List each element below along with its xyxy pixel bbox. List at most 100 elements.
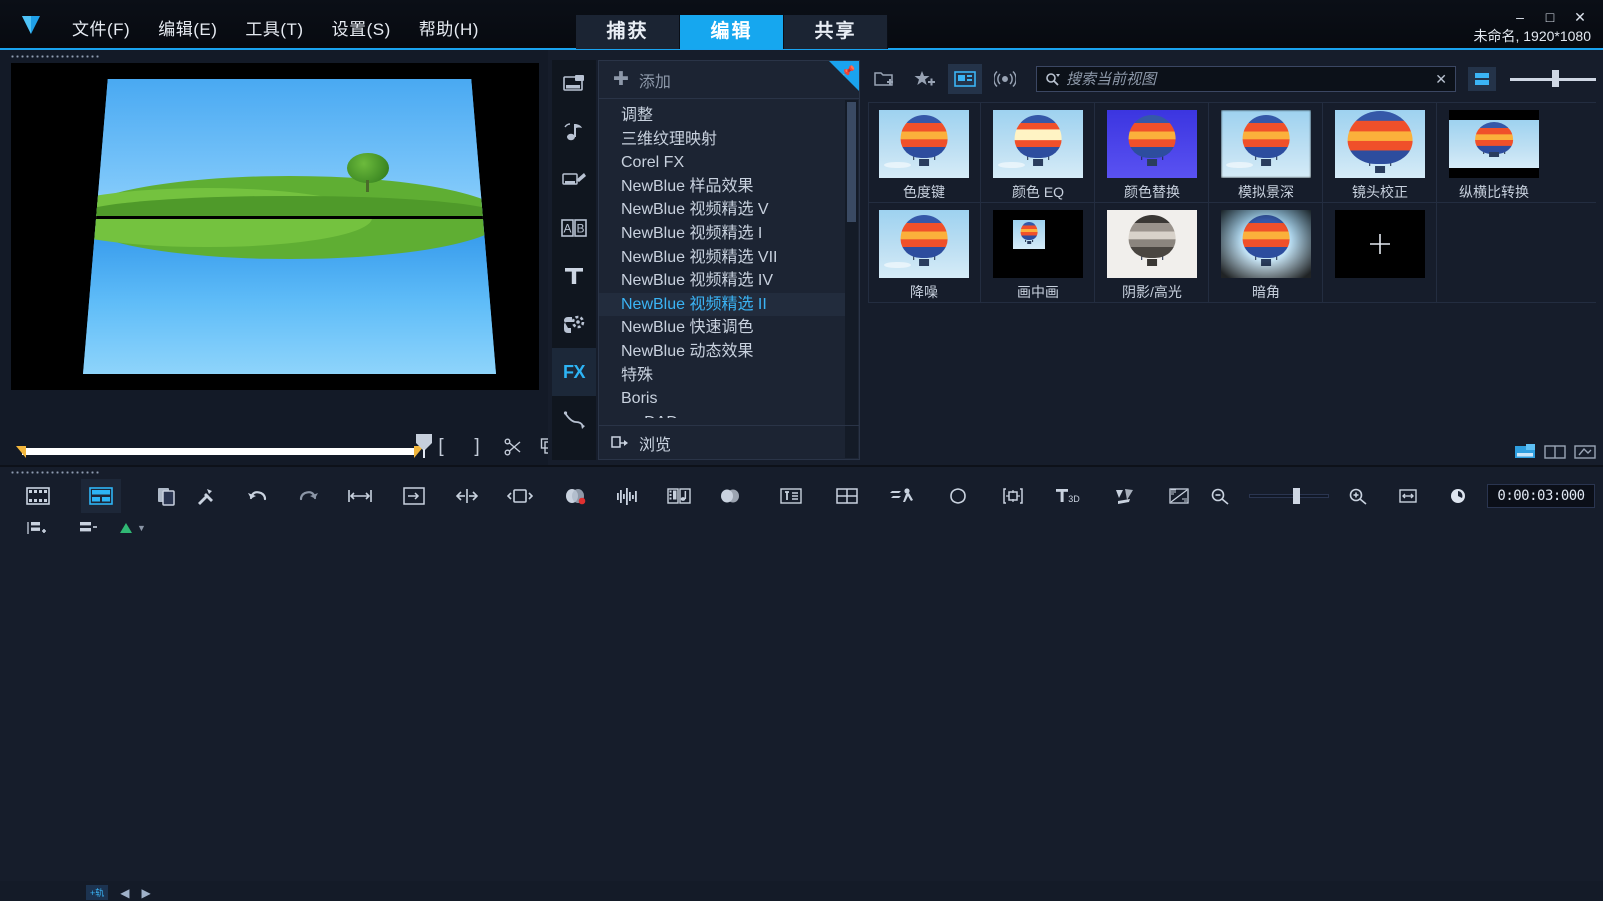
category-scrollbar[interactable] (845, 100, 858, 458)
fit-timeline-icon[interactable] (1387, 479, 1429, 513)
category-item[interactable]: 特殊 (599, 364, 846, 388)
category-item[interactable]: NewBlue 视频精选 I (599, 222, 846, 246)
project-duration-icon[interactable] (1437, 479, 1479, 513)
list-view-icon[interactable] (1468, 67, 1496, 91)
library-zoom-slider[interactable] (1510, 67, 1596, 91)
category-item[interactable]: NewBlue 动态效果 (599, 340, 846, 364)
tab-capture[interactable]: 捕获 (576, 15, 680, 49)
star-add-icon[interactable] (908, 64, 942, 94)
video-filter-icon[interactable] (948, 64, 982, 94)
scroll-right-button[interactable]: ▶ (142, 886, 151, 900)
category-item[interactable]: 调整 (599, 104, 846, 128)
maximize-button[interactable]: □ (1535, 6, 1565, 28)
undo-icon[interactable] (238, 479, 277, 513)
mask-creator-icon[interactable] (938, 479, 977, 513)
track-manager-icon[interactable] (22, 516, 50, 540)
add-track-button[interactable]: +轨 (86, 885, 109, 900)
track-add-dropdown[interactable]: ▼ (118, 516, 146, 540)
effect-item[interactable]: 阴影/高光 (1101, 210, 1203, 302)
motion-path-icon[interactable] (883, 479, 922, 513)
zoom-in-icon[interactable] (1337, 479, 1379, 513)
effect-category-list[interactable]: 调整 三维纹理映射 Corel FX NewBlue 样品效果 NewBlue … (599, 100, 846, 418)
select-all-tracks-icon[interactable] (74, 516, 102, 540)
category-item[interactable]: NewBlue 样品效果 (599, 175, 846, 199)
category-item[interactable]: NewBlue 快速调色 (599, 316, 846, 340)
scroll-left-button[interactable]: ◀ (120, 886, 129, 900)
tab-edit[interactable]: 编辑 (680, 15, 784, 49)
effect-item[interactable]: 降噪 (873, 210, 975, 302)
add-effect-thumbnail[interactable] (1335, 210, 1425, 278)
effect-item[interactable]: 颜色 EQ (987, 110, 1089, 202)
title-3d-icon[interactable]: 3D (1049, 479, 1088, 513)
color-mixer-icon[interactable] (556, 479, 595, 513)
subtitle-editor-icon[interactable] (772, 479, 811, 513)
effect-item[interactable]: 镜头校正 (1329, 110, 1431, 202)
path-icon[interactable] (552, 396, 596, 444)
effect-item[interactable]: 暗角 (1215, 210, 1317, 302)
library-options-icon[interactable] (1573, 443, 1597, 461)
tab-share[interactable]: 共享 (784, 15, 888, 49)
category-item[interactable]: Corel FX (599, 151, 846, 175)
menu-file[interactable]: 文件(F) (58, 11, 144, 44)
menu-help[interactable]: 帮助(H) (405, 11, 493, 44)
category-item[interactable]: NewBlue 视频精选 IV (599, 269, 846, 293)
menu-edit[interactable]: 编辑(E) (144, 11, 231, 44)
text-t-icon[interactable] (552, 252, 596, 300)
transition-icon[interactable] (552, 156, 596, 204)
browse-button[interactable]: 浏览 (599, 425, 859, 459)
category-item[interactable]: proDAD (599, 411, 846, 418)
mark-in-icon[interactable]: [ (430, 435, 452, 459)
freeze-frame-icon[interactable] (993, 479, 1032, 513)
fit-project-icon[interactable] (394, 479, 433, 513)
effect-item[interactable]: 模拟景深 (1215, 110, 1317, 202)
minimize-button[interactable]: – (1505, 6, 1535, 28)
split-clip-icon[interactable] (502, 435, 524, 459)
video-mask-icon[interactable] (1160, 479, 1199, 513)
graphic-icon[interactable] (552, 300, 596, 348)
timeline-view-icon[interactable] (81, 479, 121, 513)
clear-icon[interactable]: ✕ (1435, 71, 1447, 88)
audio-mixer-icon[interactable] (607, 479, 646, 513)
grid-layout-icon[interactable] (827, 479, 866, 513)
effect-item[interactable]: 颜色替换 (1101, 110, 1203, 202)
audio-icon[interactable] (552, 108, 596, 156)
trim-in-marker[interactable] (16, 446, 26, 458)
scrubber-track[interactable] (22, 448, 416, 455)
effect-item-add[interactable] (1329, 210, 1431, 282)
motion-tracking-icon[interactable] (659, 479, 698, 513)
menu-settings[interactable]: 设置(S) (318, 11, 405, 44)
title-ab-icon[interactable]: A B (552, 204, 596, 252)
copy-attributes-icon[interactable] (147, 479, 186, 513)
library-search[interactable]: ✕ (1036, 66, 1456, 92)
audio-filter-icon[interactable] (988, 64, 1022, 94)
category-item-selected[interactable]: NewBlue 视频精选 II (599, 292, 846, 317)
library-view-split-icon[interactable] (1543, 443, 1567, 461)
zoom-slider-knob[interactable] (1552, 70, 1559, 87)
search-input[interactable] (1066, 70, 1430, 88)
timeline-grip[interactable] (10, 470, 100, 476)
multi-trim-icon[interactable] (710, 479, 749, 513)
effect-item[interactable]: 色度键 (873, 110, 975, 202)
timeline-timecode[interactable]: 0:00:03:000 (1487, 484, 1595, 508)
fx-icon[interactable]: FX (552, 348, 596, 396)
split-ripple-icon[interactable] (447, 479, 486, 513)
zoom-slider-handle[interactable] (1293, 488, 1300, 504)
category-item[interactable]: 三维纹理映射 (599, 128, 846, 152)
library-view-media-icon[interactable] (1513, 443, 1537, 461)
category-item[interactable]: NewBlue 视频精选 VII (599, 246, 846, 270)
menu-tools[interactable]: 工具(T) (231, 11, 317, 44)
timeline-zoom-slider[interactable] (1249, 488, 1329, 504)
category-scrollbar-thumb[interactable] (847, 102, 856, 222)
ripple-edit-icon[interactable] (340, 479, 379, 513)
effect-item[interactable]: 纵横比转换 (1443, 110, 1545, 202)
category-item[interactable]: NewBlue 视频精选 V (599, 198, 846, 222)
preview-scrubber[interactable] (14, 434, 432, 462)
add-category-button[interactable]: ✚ 添加 (599, 61, 859, 99)
close-button[interactable]: ✕ (1565, 6, 1595, 28)
folder-add-icon[interactable] (868, 64, 902, 94)
media-icon[interactable] (552, 60, 596, 108)
category-item[interactable]: Boris (599, 387, 846, 411)
effect-item[interactable]: 画中画 (987, 210, 1089, 302)
expand-clip-icon[interactable] (501, 479, 540, 513)
storyboard-view-icon[interactable] (18, 479, 57, 513)
